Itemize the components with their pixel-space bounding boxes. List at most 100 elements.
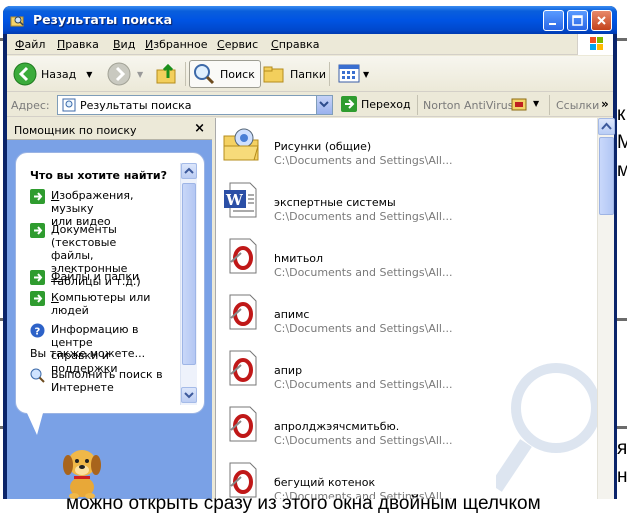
forward-button[interactable]: ▼ [107, 60, 143, 88]
result-item[interactable]: hмитьол C:\Documents and Settings\All... [222, 234, 592, 290]
menu-label: ид [120, 38, 136, 51]
back-label: Назад [41, 67, 77, 81]
scroll-up-button[interactable] [598, 118, 615, 135]
toolbar-separator [185, 62, 186, 86]
views-dropdown-icon[interactable]: ▼ [363, 70, 369, 79]
menu-tools[interactable]: Сервис [217, 38, 258, 51]
folders-label: Папки [290, 67, 326, 81]
scroll-down-button[interactable] [181, 387, 197, 403]
result-item[interactable]: апролджэячсмитьбю. C:\Documents and Sett… [222, 402, 592, 458]
svg-text:W: W [225, 191, 244, 209]
result-name: апимс [274, 308, 310, 321]
also-can-label: Вы также можете... [30, 347, 146, 360]
back-button[interactable]: Назад ▼ [13, 60, 92, 88]
views-button[interactable]: ▼ [337, 60, 369, 88]
result-name: апир [274, 364, 303, 377]
menu-label: равка [65, 38, 99, 51]
result-path: C:\Documents and Settings\All... [274, 266, 453, 279]
forward-dropdown-icon[interactable]: ▼ [137, 70, 143, 79]
address-value: Результаты поиска [80, 99, 192, 112]
result-item[interactable]: апир C:\Documents and Settings\All... [222, 346, 592, 402]
title-bar[interactable]: Результаты поиска [3, 6, 617, 34]
close-icon[interactable]: × [194, 121, 205, 136]
address-label: Адрес: [11, 99, 50, 112]
norton-antivirus-icon[interactable] [511, 96, 529, 114]
minimize-button[interactable] [543, 10, 564, 31]
addressbar-separator [417, 95, 418, 115]
option-mnemonic: Д [51, 223, 60, 236]
result-name: Рисунки (общие) [274, 140, 372, 153]
menu-mnemonic: В [113, 38, 121, 51]
up-folder-button[interactable] [155, 60, 179, 88]
menu-favorites[interactable]: Избранное [145, 38, 207, 51]
option-files-folders[interactable]: Файлы и папки [30, 270, 172, 285]
background-text-fragment: я [617, 438, 627, 459]
menu-label: айл [24, 38, 46, 51]
result-item[interactable]: апимс C:\Documents and Settings\All... [222, 290, 592, 346]
menu-label: правка [278, 38, 320, 51]
search-options-bubble: Что вы хотите найти? Изображения, музыку… [15, 152, 205, 414]
search-button[interactable]: Поиск [189, 60, 261, 88]
maximize-button[interactable] [567, 10, 588, 31]
search-results-list: Рисунки (общие) C:\Documents and Setting… [215, 118, 615, 499]
scroll-thumb[interactable] [599, 137, 614, 215]
menu-help[interactable]: Справка [271, 38, 319, 51]
menu-file[interactable]: Файл [15, 38, 45, 51]
result-name: экспертные системы [274, 196, 396, 209]
windows-flag-icon [590, 37, 603, 50]
opera-file-icon [229, 350, 257, 386]
background-text-fragment: м [617, 160, 627, 181]
option-mnemonic: К [51, 291, 59, 304]
search-assistant-dog-icon[interactable] [52, 443, 112, 499]
scroll-thumb[interactable] [182, 183, 196, 365]
results-scrollbar[interactable] [597, 118, 615, 499]
window-client-area: Файл Правка Вид Избранное Сервис Справка [7, 34, 615, 499]
menu-mnemonic: С [217, 38, 225, 51]
search-pane-title: Помощник по поиску [14, 124, 137, 137]
word-document-icon: W [224, 182, 257, 218]
search-companion-pane: Помощник по поиску × Что вы хотите найти… [7, 118, 212, 499]
scroll-up-button[interactable] [181, 163, 197, 179]
result-path: C:\Documents and Settings\All... [274, 378, 453, 391]
option-label: Файлы и папки [51, 270, 139, 283]
green-arrow-icon [30, 270, 45, 285]
norton-antivirus-label[interactable]: Norton AntiVirus [423, 99, 513, 112]
green-arrow-icon [30, 189, 45, 204]
result-item[interactable]: Рисунки (общие) C:\Documents and Setting… [222, 122, 592, 178]
search-results-window: Результаты поиска Файл Правка Вид Избран… [3, 6, 617, 499]
address-bar: Адрес: Результаты поиска Переход Norton … [7, 93, 613, 117]
up-folder-icon [156, 63, 176, 84]
option-computers-people[interactable]: Компьютеры или людей [30, 291, 172, 317]
search-question: Что вы хотите найти? [30, 169, 167, 182]
address-input[interactable]: Результаты поиска [57, 95, 333, 115]
search-pane-scrollbar[interactable] [180, 163, 197, 405]
norton-dropdown-icon[interactable]: ▼ [533, 99, 539, 108]
standard-toolbar: Назад ▼ ▼ Поиск Папки ▼ [7, 56, 613, 92]
maximize-icon [572, 15, 583, 26]
address-dropdown-button[interactable] [316, 96, 332, 114]
option-internet-search[interactable]: Выполнить поиск в Интернете [30, 368, 172, 394]
menu-label: збранное [153, 38, 208, 51]
links-chevron-icon[interactable]: » [601, 97, 609, 111]
result-item[interactable]: W экспертные системы C:\Documents and Se… [222, 178, 592, 234]
result-path: C:\Documents and Settings\All... [274, 210, 453, 223]
window-title: Результаты поиска [33, 12, 173, 27]
chevron-down-icon [184, 392, 194, 399]
web-search-icon [30, 368, 45, 383]
menu-edit[interactable]: Правка [57, 38, 99, 51]
menu-view[interactable]: Вид [113, 38, 135, 51]
background-text-fragment: М [617, 132, 627, 153]
menu-bar: Файл Правка Вид Избранное Сервис Справка [7, 34, 613, 55]
back-arrow-icon [13, 62, 37, 86]
screen: к М м я н Результаты поиска Файл Правка … [0, 0, 627, 515]
go-button[interactable]: Переход [341, 96, 411, 112]
go-arrow-icon [341, 96, 357, 112]
links-label[interactable]: Ссылки [556, 99, 599, 112]
opera-file-icon [229, 406, 257, 442]
option-text: омпьютеры или людей [51, 291, 151, 317]
back-dropdown-icon[interactable]: ▼ [86, 70, 92, 79]
option-text: айлы и папки [60, 270, 140, 283]
folders-button[interactable]: Папки [262, 60, 326, 88]
close-button[interactable] [591, 10, 612, 31]
folders-icon [263, 66, 284, 83]
